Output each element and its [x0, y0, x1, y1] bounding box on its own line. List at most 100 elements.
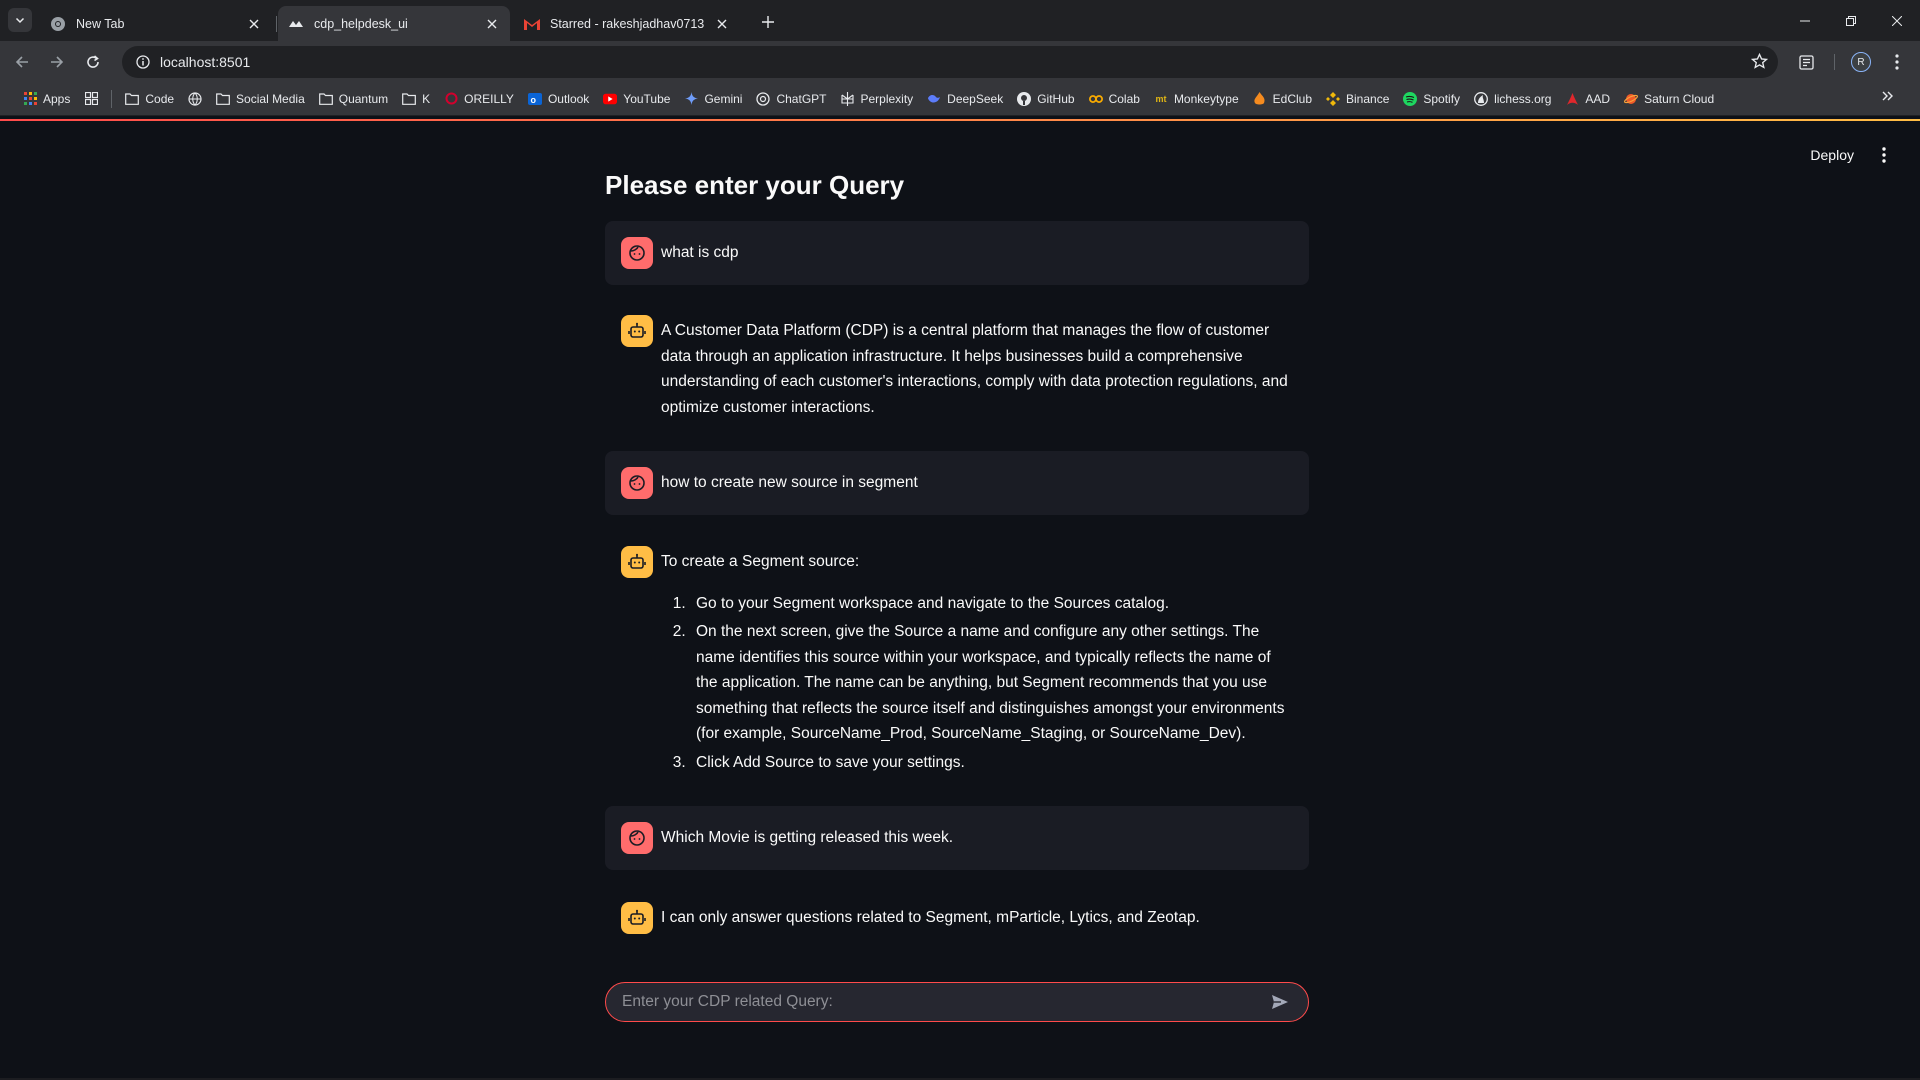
reload-button[interactable]	[80, 49, 106, 75]
bookmark-outlook[interactable]: o Outlook	[521, 85, 596, 113]
bookmark-label: Apps	[43, 91, 71, 106]
close-icon[interactable]	[246, 16, 262, 32]
profile-button[interactable]: R	[1848, 49, 1874, 75]
profile-avatar: R	[1851, 52, 1871, 72]
bookmark-perplexity[interactable]: Perplexity	[833, 85, 920, 113]
user-face-icon	[629, 475, 645, 491]
bookmark-github[interactable]: GitHub	[1010, 85, 1081, 113]
send-button[interactable]	[1266, 988, 1294, 1016]
bookmark-folder-quantum[interactable]: Quantum	[312, 85, 395, 113]
tab-gmail-starred[interactable]: Starred - rakeshjadhav0713@gmail.com	[514, 6, 740, 41]
chat-message-assistant: A Customer Data Platform (CDP) is a cent…	[605, 299, 1309, 436]
tab-title: cdp_helpdesk_ui	[314, 16, 408, 31]
chat-message-user: what is cdp	[605, 221, 1309, 285]
chat-message-assistant: To create a Segment source: Go to your S…	[605, 530, 1309, 794]
list-item: Click Add Source to save your settings.	[690, 750, 1293, 776]
list-item: On the next screen, give the Source a na…	[690, 619, 1293, 747]
bookmark-folder-code[interactable]: Code	[118, 85, 181, 113]
bookmark-label: lichess.org	[1494, 91, 1552, 106]
colab-icon	[1088, 92, 1103, 106]
plus-icon	[762, 16, 774, 28]
bookmark-folder-social-media[interactable]: Social Media	[209, 85, 312, 113]
grid-icon	[84, 92, 98, 106]
bookmark-spotify[interactable]: Spotify	[1396, 85, 1467, 113]
app-decoration-bar	[0, 119, 1920, 121]
bookmark-deepseek[interactable]: DeepSeek	[920, 85, 1010, 113]
tab-divider	[276, 16, 277, 32]
bookmark-oreilly[interactable]: OREILLY	[437, 85, 521, 113]
bookmark-chatgpt[interactable]: ChatGPT	[749, 85, 833, 113]
restore-button[interactable]	[1828, 0, 1874, 41]
close-icon[interactable]	[484, 16, 500, 32]
bookmark-binance[interactable]: Binance	[1319, 85, 1396, 113]
main-menu-button[interactable]	[1876, 146, 1892, 164]
tab-strip: New Tab cdp_helpdesk_ui Starred - rakesh…	[0, 0, 1920, 41]
chat-message-user: Which Movie is getting released this wee…	[605, 806, 1309, 870]
chat-input[interactable]	[620, 992, 1266, 1012]
message-text: A Customer Data Platform (CDP) is a cent…	[661, 322, 1288, 416]
app-header-actions: Deploy	[1810, 146, 1892, 164]
message-text: I can only answer questions related to S…	[661, 909, 1200, 926]
page-title: Please enter your Query	[605, 170, 905, 200]
bookmark-label: Monkeytype	[1173, 91, 1239, 106]
robot-icon	[628, 553, 646, 569]
tab-title: New Tab	[76, 16, 125, 31]
bookmark-edclub[interactable]: EdClub	[1246, 85, 1319, 113]
back-button[interactable]	[9, 49, 35, 75]
address-bar[interactable]: localhost:8501	[122, 46, 1778, 78]
gemini-icon	[684, 92, 698, 106]
bookmark-folder-k[interactable]: K	[395, 85, 437, 113]
chat-message-assistant: I can only answer questions related to S…	[605, 886, 1309, 950]
close-window-button[interactable]	[1874, 0, 1920, 41]
gmail-icon	[524, 18, 540, 30]
bookmark-youtube[interactable]: YouTube	[596, 85, 677, 113]
bookmark-label: ChatGPT	[776, 91, 827, 106]
user-face-icon	[629, 830, 645, 846]
bookmark-star-icon[interactable]	[1750, 52, 1769, 75]
new-tab-button[interactable]	[756, 10, 780, 34]
saturn-icon	[1624, 92, 1639, 106]
minimize-button[interactable]	[1782, 0, 1828, 41]
bookmark-tab-groups[interactable]	[77, 85, 105, 113]
deepseek-icon	[927, 92, 941, 106]
arrow-right-icon	[51, 56, 64, 68]
chat-message-user: how to create new source in segment	[605, 451, 1309, 515]
bookmark-lichess[interactable]: lichess.org	[1467, 85, 1558, 113]
bookmark-label: Spotify	[1423, 91, 1461, 106]
assistant-avatar	[621, 315, 653, 347]
tab-search-button[interactable]	[8, 8, 32, 32]
folder-icon	[125, 92, 140, 106]
bookmark-gemini[interactable]: Gemini	[677, 85, 749, 113]
chatgpt-icon	[756, 91, 771, 106]
monkeytype-icon: mt	[1155, 93, 1167, 104]
github-icon	[1017, 91, 1032, 106]
site-info-icon[interactable]	[126, 55, 160, 69]
bookmark-label: Social Media	[236, 91, 305, 106]
close-icon[interactable]	[714, 16, 730, 32]
bookmark-aad[interactable]: AAD	[1558, 85, 1617, 113]
tab-cdp-helpdesk[interactable]: cdp_helpdesk_ui	[278, 6, 510, 41]
folder-icon	[216, 92, 230, 106]
bookmark-apps[interactable]: Apps	[16, 85, 77, 113]
globe-icon	[188, 91, 202, 106]
kebab-menu-icon	[1895, 54, 1899, 70]
bookmark-label: Perplexity	[860, 91, 914, 106]
tab-title: Starred - rakeshjadhav0713@gmail.com	[550, 16, 704, 31]
forward-button[interactable]	[44, 49, 70, 75]
deploy-button[interactable]: Deploy	[1810, 147, 1854, 163]
bookmarks-overflow-button[interactable]	[1882, 90, 1894, 105]
bookmark-label: YouTube	[623, 91, 671, 106]
bookmark-globe[interactable]	[181, 85, 209, 113]
bookmark-saturn-cloud[interactable]: Saturn Cloud	[1617, 85, 1721, 113]
bookmark-monkeytype[interactable]: mt Monkeytype	[1147, 85, 1246, 113]
window-controls	[1782, 0, 1920, 41]
bookmark-divider	[111, 89, 113, 108]
reading-list-button[interactable]	[1793, 49, 1819, 75]
bookmark-colab[interactable]: Colab	[1082, 85, 1147, 113]
tab-new-tab[interactable]: New Tab	[40, 6, 272, 41]
close-icon	[1892, 15, 1902, 26]
user-avatar	[621, 467, 653, 499]
steps-list: Go to your Segment workspace and navigat…	[661, 591, 1293, 776]
bookmark-label: K	[422, 91, 431, 106]
chrome-menu-button[interactable]	[1884, 49, 1910, 75]
